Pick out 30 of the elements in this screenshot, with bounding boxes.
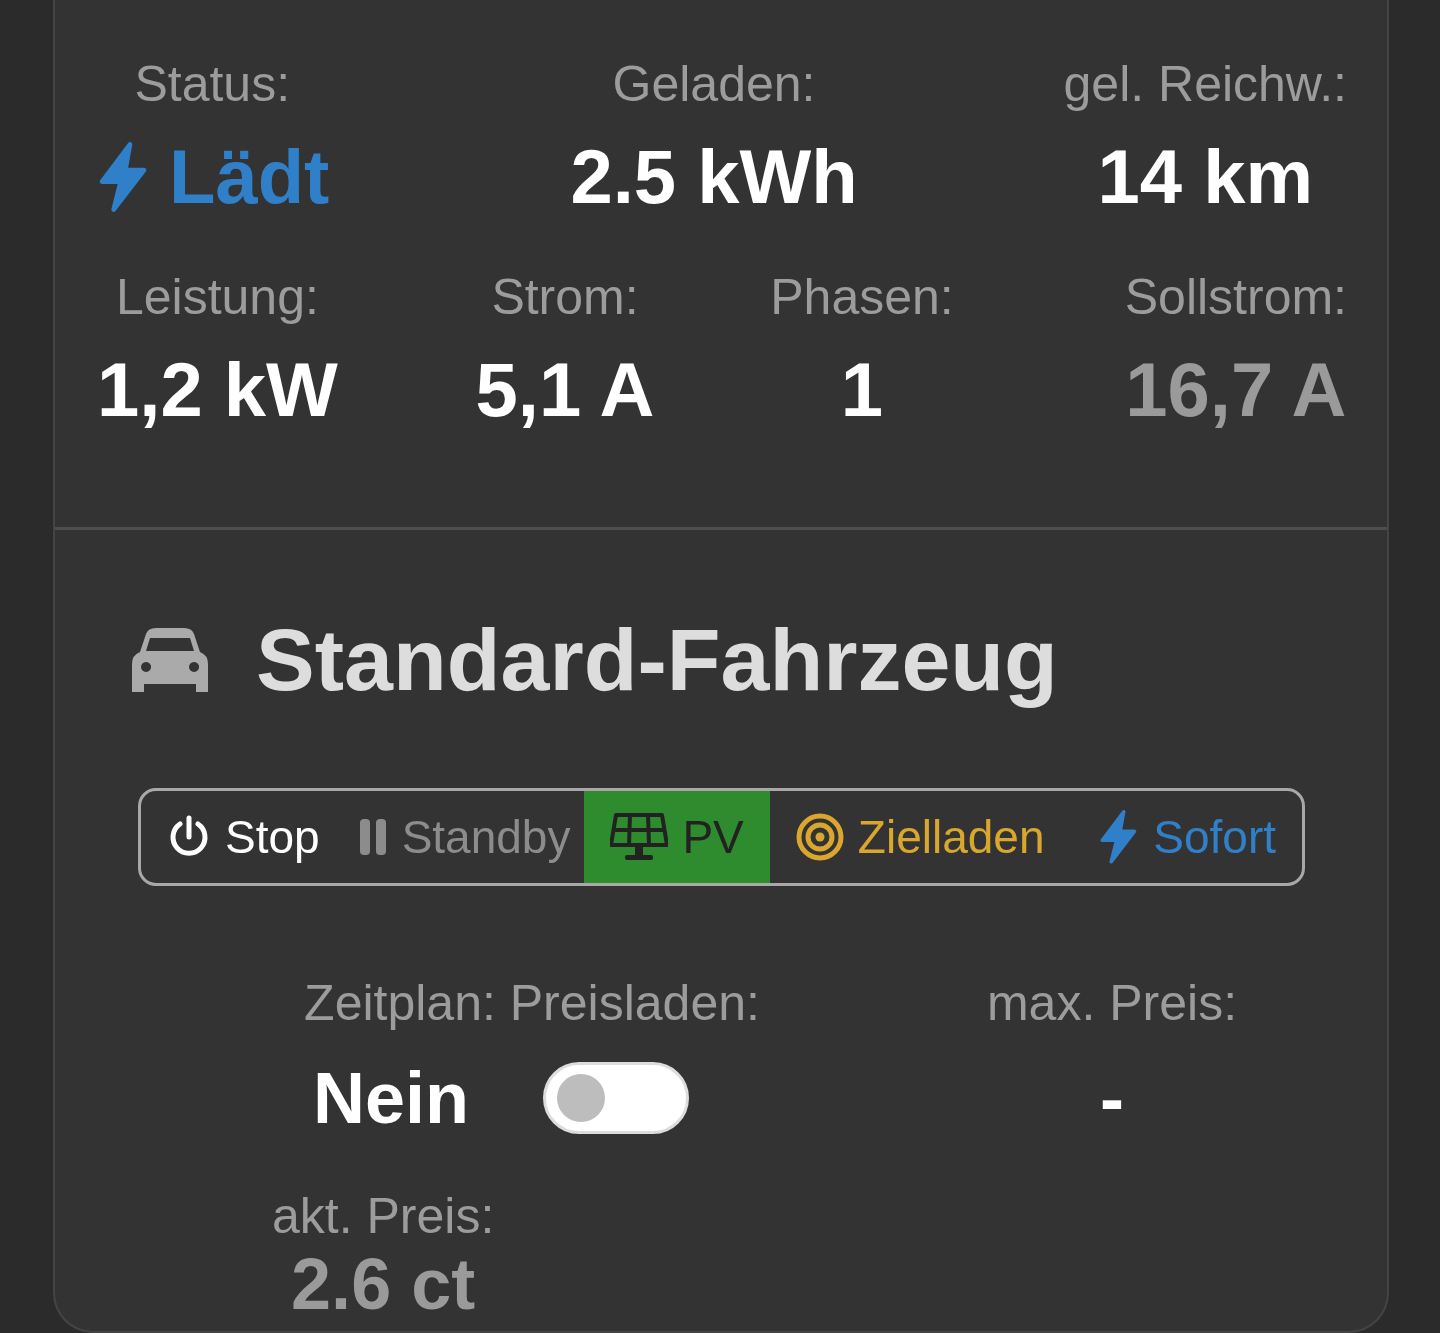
- stat-value: Lädt: [169, 133, 330, 221]
- stat-label: Phasen:: [770, 268, 954, 327]
- mode-button[interactable]: PV: [584, 791, 770, 883]
- mode-button[interactable]: Stop: [141, 791, 334, 883]
- stat-value: 1: [840, 346, 884, 434]
- stat-value: 2.5 kWh: [570, 133, 858, 221]
- stat-value: 16,7 A: [1125, 346, 1347, 434]
- max-price-value: -: [1100, 1057, 1124, 1140]
- stat-label: Geladen:: [612, 55, 816, 114]
- current-price-label: akt. Preis:: [272, 1187, 495, 1246]
- current-price-value: 2.6 ct: [291, 1246, 476, 1322]
- target-icon: [795, 813, 844, 861]
- stat-label: Status:: [134, 55, 291, 114]
- solar-panel-icon: [610, 813, 669, 861]
- mode-button[interactable]: Zielladen: [769, 791, 1071, 883]
- mode-button[interactable]: Standby: [333, 791, 585, 883]
- stat-label: Strom:: [491, 268, 639, 327]
- stat-value: 5,1 A: [475, 346, 655, 434]
- stat-label: gel. Reichw.:: [1063, 55, 1347, 114]
- stat-value: 1,2 kW: [97, 346, 338, 434]
- schedule-label: Zeitplan: Preisladen:: [304, 974, 760, 1033]
- max-price-label: max. Preis:: [986, 974, 1238, 1033]
- mode-button[interactable]: Sofort: [1070, 791, 1302, 883]
- stat-label: Leistung:: [115, 268, 319, 327]
- car-icon: [132, 628, 208, 692]
- vehicle-title: Standard-Fahrzeug: [256, 610, 1058, 710]
- stat-value: 14 km: [1097, 133, 1313, 221]
- pause-icon: [359, 819, 388, 855]
- stat-label: Sollstrom:: [1124, 268, 1347, 327]
- schedule-value: Nein: [313, 1057, 469, 1140]
